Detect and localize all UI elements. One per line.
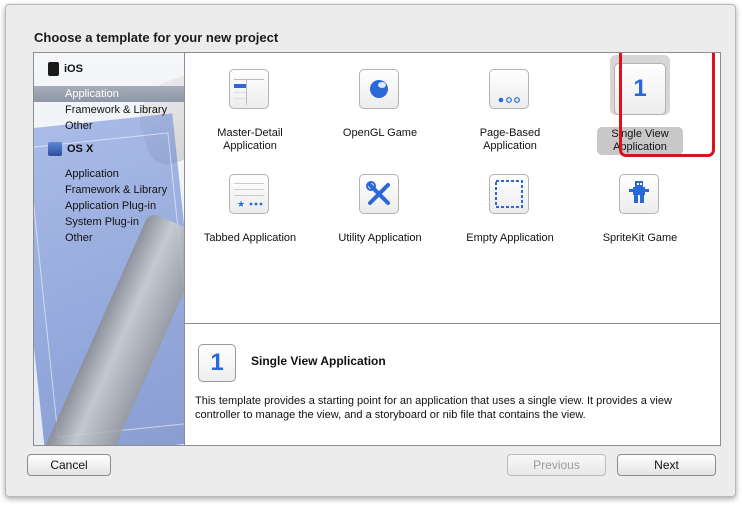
template-name: Empty Application <box>466 232 554 244</box>
spritekit-icon <box>619 174 659 214</box>
template-name: Utility Application <box>338 232 422 244</box>
template-name: Page-Based Application <box>479 127 541 152</box>
sidebar-item-ios-application[interactable]: Application <box>34 86 184 102</box>
svg-text:★: ★ <box>237 200 245 210</box>
sidebar-item-osx-framework-library[interactable]: Framework & Library <box>34 182 184 198</box>
mac-icon <box>48 142 62 156</box>
empty-icon <box>489 174 529 214</box>
template-master-detail[interactable]: Master-Detail Application <box>185 53 315 152</box>
next-button[interactable]: Next <box>617 454 716 476</box>
sidebar-group-label: OS X <box>67 143 94 155</box>
sidebar-item-osx-application-plugin[interactable]: Application Plug-in <box>34 198 184 214</box>
sidebar-item-osx-system-plugin[interactable]: System Plug-in <box>34 214 184 230</box>
template-name: Tabbed Application <box>203 232 297 244</box>
template-page-based[interactable]: Page-Based Application <box>445 53 575 152</box>
selection-highlight-outline <box>619 53 715 157</box>
tabbed-icon: ★ <box>229 174 269 214</box>
iphone-icon <box>48 62 59 76</box>
sidebar-item-ios-other[interactable]: Other <box>34 118 184 134</box>
master-detail-icon <box>229 69 269 109</box>
template-description: 1 Single View Application This template … <box>185 324 720 445</box>
template-chooser-panel: iOS Application Framework & Library Othe… <box>33 52 721 446</box>
new-project-dialog: Choose a template for your new project i… <box>5 4 736 497</box>
previous-button[interactable]: Previous <box>507 454 606 476</box>
template-name: OpenGL Game <box>342 127 418 139</box>
sidebar-item-osx-other[interactable]: Other <box>34 230 184 246</box>
utility-icon <box>359 174 399 214</box>
opengl-icon <box>359 69 399 109</box>
single-view-icon: 1 <box>198 344 236 382</box>
cancel-button[interactable]: Cancel <box>27 454 111 476</box>
sidebar-group-osx: OS X <box>48 142 93 156</box>
description-title: Single View Application <box>251 354 386 368</box>
template-utility[interactable]: Utility Application <box>315 158 445 248</box>
dialog-title: Choose a template for your new project <box>34 30 279 45</box>
sidebar-group-ios: iOS <box>48 62 83 76</box>
page-based-icon <box>489 69 529 109</box>
template-spritekit[interactable]: SpriteKit Game <box>575 158 705 248</box>
template-empty[interactable]: Empty Application <box>445 158 575 248</box>
template-name: Master-Detail Application <box>217 127 283 152</box>
template-name: SpriteKit Game <box>602 232 678 244</box>
sidebar-item-osx-application[interactable]: Application <box>34 166 184 182</box>
sidebar-item-ios-framework-library[interactable]: Framework & Library <box>34 102 184 118</box>
template-opengl-game[interactable]: OpenGL Game <box>315 53 445 143</box>
sidebar-group-label: iOS <box>64 63 83 75</box>
description-text: This template provides a starting point … <box>195 395 672 421</box>
template-tabbed[interactable]: ★ Tabbed Application <box>185 158 315 248</box>
template-grid: Master-Detail Application OpenGL Game Pa… <box>185 53 720 324</box>
description-glyph: 1 <box>210 349 224 376</box>
platform-sidebar: iOS Application Framework & Library Othe… <box>34 53 185 445</box>
